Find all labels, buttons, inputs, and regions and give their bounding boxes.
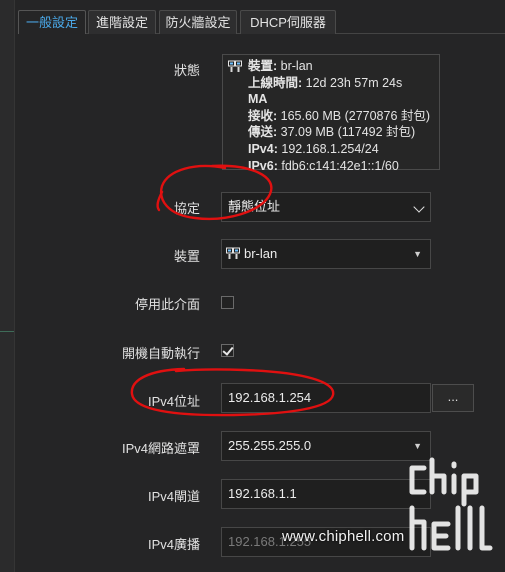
caret-down-icon: ▼ xyxy=(413,249,422,259)
ipv4-netmask-label: IPv4網路遮罩 xyxy=(121,441,200,456)
status-line-uptime: 上線時間: 12d 23h 57m 24s xyxy=(248,75,403,90)
autostart-checkbox[interactable] xyxy=(221,344,234,357)
ipv4-broadcast-label: IPv4廣播 xyxy=(147,537,200,552)
status-label: 狀態 xyxy=(173,63,200,78)
watermark-url: www.chiphell.com xyxy=(282,528,405,545)
status-lines: 裝置: br-lan 上線時間: 12d 23h 57m 24s MA 接收: … xyxy=(248,58,439,174)
protocol-label: 協定 xyxy=(173,201,200,216)
chiphell-logo-watermark xyxy=(409,457,493,551)
ipv4-address-input[interactable]: 192.168.1.254 xyxy=(221,383,431,413)
left-sidebar-strip xyxy=(0,0,15,572)
device-select[interactable]: br-lan ▼ xyxy=(221,239,431,269)
add-address-button[interactable]: ... xyxy=(432,384,474,412)
disable-interface-label: 停用此介面 xyxy=(134,297,200,312)
ipv4-netmask-select[interactable]: 255.255.255.0 ▼ xyxy=(221,431,431,461)
status-panel: 裝置: br-lan 上線時間: 12d 23h 57m 24s MA 接收: … xyxy=(222,54,440,173)
disable-interface-checkbox[interactable] xyxy=(221,296,234,309)
device-value: br-lan xyxy=(244,246,278,261)
tab-firewall[interactable]: 防火牆設定 xyxy=(159,10,237,34)
status-line-ipv4: IPv4: 192.168.1.254/24 xyxy=(248,141,379,156)
ipv4-address-value: 192.168.1.254 xyxy=(228,390,312,405)
ipv4-gateway-input[interactable]: 192.168.1.1 xyxy=(221,479,431,509)
chevron-down-icon xyxy=(413,201,425,213)
protocol-value: 靜態位址 xyxy=(228,199,281,214)
network-interface-icon xyxy=(228,60,242,72)
tab-dhcp-server[interactable]: DHCP伺服器 xyxy=(240,10,336,34)
ipv4-netmask-value: 255.255.255.0 xyxy=(228,438,312,453)
sidebar-divider xyxy=(0,331,14,332)
status-line-rx: 接收: 165.60 MB (2770876 封包) xyxy=(248,108,431,123)
ipv4-gateway-label: IPv4閘道 xyxy=(147,489,200,504)
status-line-ipv6: IPv6: fdb6:c141:42e1::1/60 xyxy=(248,158,399,173)
network-interface-icon xyxy=(226,247,240,259)
device-label: 裝置 xyxy=(173,249,200,264)
status-line-tx: 傳送: 37.09 MB (117492 封包) xyxy=(248,125,416,140)
status-line-mac: MA xyxy=(248,92,268,107)
autostart-label: 開機自動執行 xyxy=(121,346,200,361)
tab-general[interactable]: 一般設定 xyxy=(18,10,86,34)
status-line-device: 裝置: br-lan xyxy=(248,59,313,73)
ipv4-gateway-value: 192.168.1.1 xyxy=(228,486,297,501)
tab-advanced[interactable]: 進階設定 xyxy=(88,10,156,34)
protocol-select[interactable]: 靜態位址 xyxy=(221,192,431,222)
ipv4-address-label: IPv4位址 xyxy=(147,394,200,409)
